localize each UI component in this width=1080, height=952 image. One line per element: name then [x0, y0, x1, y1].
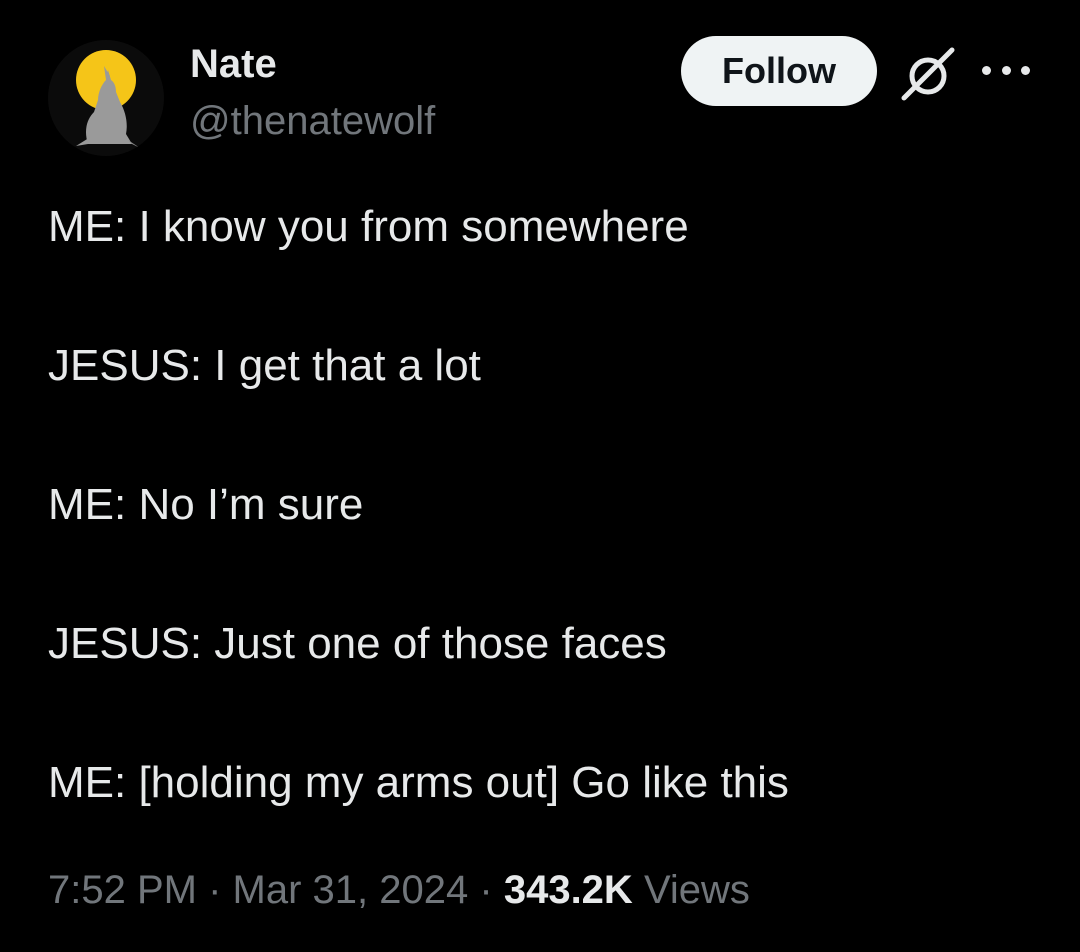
author-name[interactable]: Nate [190, 40, 277, 88]
tweet-time[interactable]: 7:52 PM [48, 868, 197, 912]
tweet-line: ME: I know you from somewhere [48, 202, 689, 251]
tweet-line: ME: [holding my arms out] Go like this [48, 758, 789, 807]
views-label[interactable]: Views [644, 868, 750, 912]
avatar[interactable] [48, 40, 164, 156]
separator: · [208, 868, 222, 912]
tweet-line: JESUS: I get that a lot [48, 341, 481, 390]
tweet-line: JESUS: Just one of those faces [48, 619, 667, 668]
tweet: Nate @thenatewolf Follow ME: I know you … [0, 0, 1080, 952]
more-options-icon[interactable] [982, 56, 1030, 84]
tweet-date[interactable]: Mar 31, 2024 [233, 868, 469, 912]
howling-wolf-moon-icon [48, 40, 164, 156]
follow-button[interactable]: Follow [681, 36, 877, 106]
tweet-meta: 7:52 PM · Mar 31, 2024 · 343.2K Views [48, 862, 750, 918]
tweet-text: ME: I know you from somewhere JESUS: I g… [48, 198, 1048, 812]
author-handle[interactable]: @thenatewolf [190, 97, 435, 145]
grok-icon[interactable] [900, 46, 956, 102]
views-count[interactable]: 343.2K [504, 868, 633, 912]
separator: · [479, 868, 493, 912]
tweet-line: ME: No I’m sure [48, 480, 364, 529]
